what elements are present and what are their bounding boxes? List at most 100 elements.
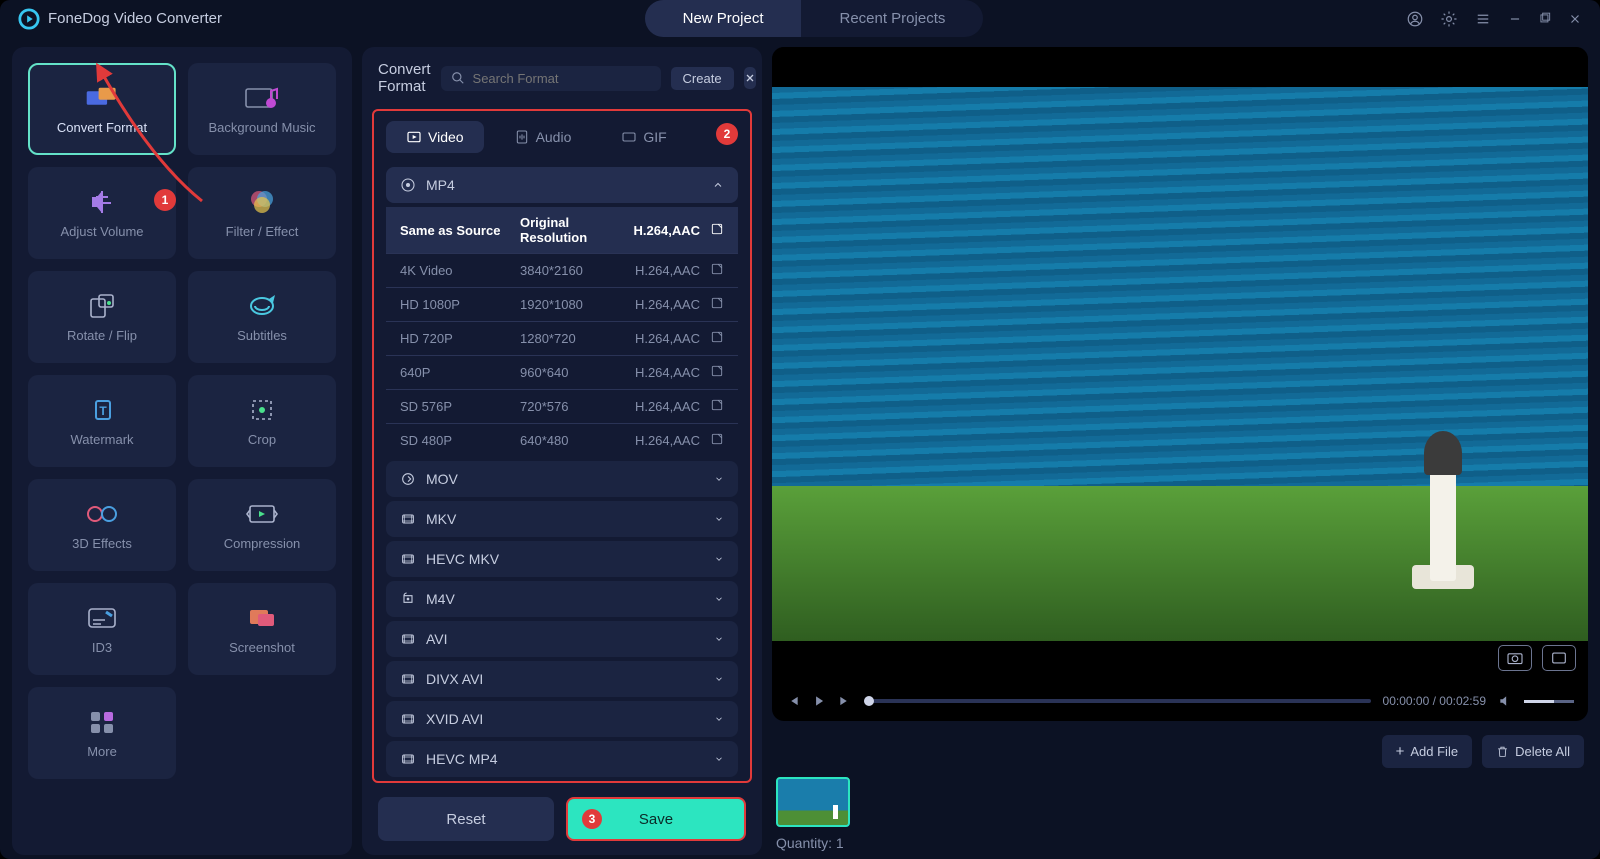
convert-format-icon [85,84,119,112]
minimize-icon[interactable] [1508,12,1522,26]
next-button[interactable] [838,694,852,708]
volume-slider[interactable] [1524,700,1574,703]
tool-3d-effects[interactable]: 3D Effects [28,479,176,571]
tool-crop[interactable]: Crop [188,375,336,467]
format-tab-gif[interactable]: GIF [601,121,686,153]
tool-sidebar: Convert Format Background Music Adjust V… [12,47,352,855]
preset-resolution: 3840*2160 [520,263,610,278]
file-strip: Quantity: 1 +Add File Delete All [772,731,1588,855]
format-accordion-avi[interactable]: AVI [386,621,738,657]
format-label: DIVX AVI [426,671,483,687]
filter-effect-icon [245,188,279,216]
tool-background-music[interactable]: Background Music [188,63,336,155]
format-label: XVID AVI [426,711,483,727]
search-icon [451,71,465,85]
tool-label: Adjust Volume [60,224,143,239]
tool-compression[interactable]: Compression [188,479,336,571]
format-accordion-mkv[interactable]: MKV [386,501,738,537]
add-file-button[interactable]: +Add File [1382,735,1472,768]
watermark-icon: T [85,396,119,424]
preset-row[interactable]: 4K Video3840*2160H.264,AAC [386,253,738,287]
clip-thumbnail[interactable] [776,777,850,827]
edit-preset-icon[interactable] [700,296,724,313]
app-window: FoneDog Video Converter New Project Rece… [0,0,1600,859]
tool-adjust-volume[interactable]: Adjust Volume [28,167,176,259]
maximize-icon[interactable] [1538,12,1552,26]
close-window-icon[interactable] [1568,12,1582,26]
edit-preset-icon[interactable] [700,398,724,415]
snapshot-button[interactable] [1498,645,1532,671]
3d-effects-icon [85,500,119,528]
settings-icon[interactable] [1440,10,1458,28]
format-accordion-m4v[interactable]: M4V [386,581,738,617]
close-panel-button[interactable] [744,67,756,89]
more-icon [85,708,119,736]
preset-codec: H.264,AAC [610,399,700,414]
preset-row[interactable]: HD 1080P1920*1080H.264,AAC [386,287,738,321]
tool-convert-format[interactable]: Convert Format [28,63,176,155]
window-controls [1406,10,1582,28]
format-accordion-mov[interactable]: MOV [386,461,738,497]
reset-button[interactable]: Reset [378,797,554,841]
tool-watermark[interactable]: T Watermark [28,375,176,467]
preview-overlay-controls [1498,645,1576,671]
tool-filter-effect[interactable]: Filter / Effect [188,167,336,259]
progress-bar[interactable] [864,699,1371,703]
account-icon[interactable] [1406,10,1424,28]
format-accordion-hevc-mp4[interactable]: HEVC MP4 [386,741,738,777]
chevron-down-icon [714,594,724,604]
format-label: HEVC MP4 [426,751,498,767]
edit-preset-icon[interactable] [700,364,724,381]
prev-button[interactable] [786,694,800,708]
search-input[interactable] [471,70,651,87]
chevron-down-icon [714,514,724,524]
project-tabs: New Project Recent Projects [645,0,984,37]
edit-preset-icon[interactable] [700,262,724,279]
format-tab-video[interactable]: Video [386,121,484,153]
play-button[interactable] [812,694,826,708]
volume-button[interactable] [1498,694,1512,708]
tool-screenshot[interactable]: Screenshot [188,583,336,675]
crop-icon [245,396,279,424]
file-actions: +Add File Delete All [1382,735,1584,768]
format-icon [400,671,416,687]
tab-new-project[interactable]: New Project [645,0,802,37]
tool-label: ID3 [92,640,112,655]
preset-resolution: 1280*720 [520,331,610,346]
edit-preset-icon[interactable] [700,432,724,449]
preset-row[interactable]: HD 720P1280*720H.264,AAC [386,321,738,355]
panel-header: Convert Format Create [362,47,762,109]
edit-preset-icon[interactable] [700,222,724,239]
format-tab-audio[interactable]: Audio [494,121,592,153]
video-frame[interactable] [772,47,1588,681]
convert-format-panel: Convert Format Create 2 Video [362,47,762,855]
preset-row[interactable]: 640P960*640H.264,AAC [386,355,738,389]
format-label: MKV [426,511,456,527]
format-accordion-mp4[interactable]: MP4 [386,167,738,203]
tool-rotate-flip[interactable]: Rotate / Flip [28,271,176,363]
trash-icon [1496,745,1509,758]
time-display: 00:00:00 / 00:02:59 [1383,694,1486,708]
fullscreen-button[interactable] [1542,645,1576,671]
tab-recent-projects[interactable]: Recent Projects [801,0,983,37]
preset-row[interactable]: SD 480P640*480H.264,AAC [386,423,738,457]
chevron-down-icon [714,714,724,724]
tool-subtitles[interactable]: Subtitles [188,271,336,363]
format-accordion-divx-avi[interactable]: DIVX AVI [386,661,738,697]
edit-preset-icon[interactable] [700,330,724,347]
preset-row[interactable]: SD 576P720*576H.264,AAC [386,389,738,423]
preset-resolution: 1920*1080 [520,297,610,312]
tool-label: Filter / Effect [226,224,299,239]
save-button[interactable]: 3 Save [566,797,746,841]
search-format[interactable] [441,66,661,91]
tool-id3[interactable]: ID3 [28,583,176,675]
format-accordion-hevc-mkv[interactable]: HEVC MKV [386,541,738,577]
format-icon [400,177,416,193]
delete-all-button[interactable]: Delete All [1482,735,1584,768]
menu-icon[interactable] [1474,10,1492,28]
preset-row[interactable]: Same as SourceOriginal ResolutionH.264,A… [386,207,738,253]
format-accordion-xvid-avi[interactable]: XVID AVI [386,701,738,737]
rotate-flip-icon [85,292,119,320]
create-button[interactable]: Create [671,67,734,90]
tool-more[interactable]: More [28,687,176,779]
